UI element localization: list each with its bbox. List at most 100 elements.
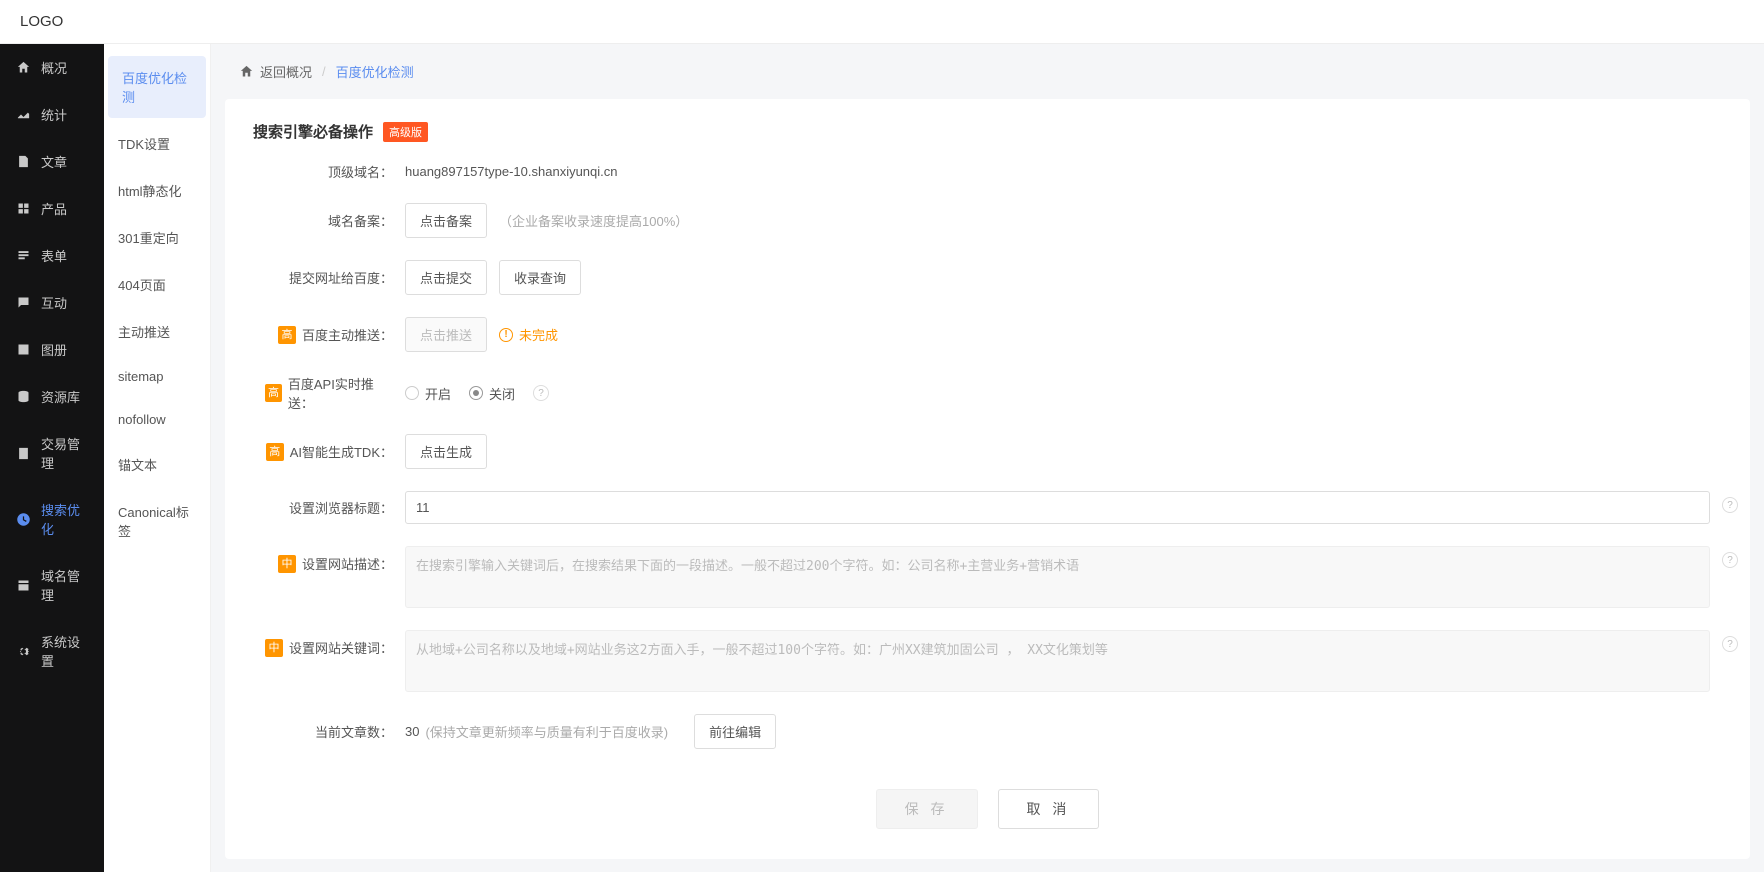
chart-icon <box>16 107 31 122</box>
radio-off[interactable]: 关闭 <box>469 384 515 403</box>
articles-edit-button[interactable]: 前往编辑 <box>694 714 776 749</box>
tag-high: 高 <box>278 326 296 344</box>
sidebar-item-seo[interactable]: 搜索优化 <box>0 486 104 552</box>
label-articles: 当前文章数： <box>315 722 393 741</box>
domain-value: huang897157type-10.shanxiyunqi.cn <box>405 164 618 179</box>
subnav-push[interactable]: 主动推送 <box>104 310 210 353</box>
header: LOGO <box>0 0 1764 44</box>
sidebar-label: 交易管理 <box>41 434 88 472</box>
sidebar-item-overview[interactable]: 概况 <box>0 44 104 91</box>
grid-icon <box>16 201 31 216</box>
subnav-301[interactable]: 301重定向 <box>104 216 210 259</box>
panel-header: 搜索引擎必备操作 高级版 <box>225 99 1750 162</box>
api-push-radio-group: 开启 关闭 ? <box>405 384 549 403</box>
radio-on[interactable]: 开启 <box>405 384 451 403</box>
subnav-html-static[interactable]: html静态化 <box>104 169 210 212</box>
save-button[interactable]: 保 存 <box>876 789 978 829</box>
push-warn-text: 未完成 <box>519 325 558 344</box>
sidebar-label: 搜索优化 <box>41 500 88 538</box>
doc-icon <box>16 154 31 169</box>
breadcrumb-back-label: 返回概况 <box>260 62 312 81</box>
sidebar-item-forms[interactable]: 表单 <box>0 232 104 279</box>
help-icon[interactable]: ? <box>1722 636 1738 652</box>
row-keywords: 中设置网站关键词： ? <box>265 630 1710 692</box>
keywords-textarea[interactable] <box>405 630 1710 692</box>
index-query-button[interactable]: 收录查询 <box>499 260 581 295</box>
radio-dot-selected <box>469 386 483 400</box>
gear-icon <box>16 644 31 659</box>
sidebar-label: 表单 <box>41 246 67 265</box>
sidebar-item-resources[interactable]: 资源库 <box>0 373 104 420</box>
title-input[interactable] <box>405 491 1710 524</box>
tag-mid: 中 <box>278 555 296 573</box>
domain-icon <box>16 578 31 593</box>
sidebar-item-articles[interactable]: 文章 <box>0 138 104 185</box>
footer-buttons: 保 存 取 消 <box>265 789 1710 829</box>
ai-tdk-button[interactable]: 点击生成 <box>405 434 487 469</box>
image-icon <box>16 342 31 357</box>
radio-dot <box>405 386 419 400</box>
row-articles: 当前文章数： 30 (保持文章更新频率与质量有利于百度收录) 前往编辑 <box>265 714 1710 749</box>
help-icon[interactable]: ? <box>1722 497 1738 513</box>
help-icon[interactable]: ? <box>533 385 549 401</box>
panel: 搜索引擎必备操作 高级版 顶级域名： huang897157type-10.sh… <box>225 99 1750 859</box>
subnav-sitemap[interactable]: sitemap <box>104 357 210 396</box>
sub-nav: 百度优化检测 TDK设置 html静态化 301重定向 404页面 主动推送 s… <box>104 44 211 872</box>
subnav-baidu-check[interactable]: 百度优化检测 <box>108 56 206 118</box>
sidebar-item-interact[interactable]: 互动 <box>0 279 104 326</box>
subnav-tdk[interactable]: TDK设置 <box>104 122 210 165</box>
home-icon <box>16 60 31 75</box>
label-domain: 顶级域名： <box>328 162 393 181</box>
breadcrumb-back[interactable]: 返回概况 <box>239 62 312 81</box>
form-icon <box>16 248 31 263</box>
breadcrumb-current: 百度优化检测 <box>336 62 414 81</box>
radio-off-label: 关闭 <box>489 384 515 403</box>
tag-high: 高 <box>265 384 282 402</box>
cancel-button[interactable]: 取 消 <box>998 789 1100 829</box>
sidebar-label: 产品 <box>41 199 67 218</box>
sidebar-label: 文章 <box>41 152 67 171</box>
sidebar-label: 概况 <box>41 58 67 77</box>
label-keywords: 设置网站关键词： <box>289 638 393 657</box>
articles-count: 30 <box>405 724 419 739</box>
breadcrumb-sep: / <box>322 64 326 79</box>
pro-badge: 高级版 <box>383 122 428 142</box>
sidebar-item-transactions[interactable]: 交易管理 <box>0 420 104 486</box>
sidebar-item-settings[interactable]: 系统设置 <box>0 618 104 684</box>
breadcrumb: 返回概况 / 百度优化检测 <box>211 44 1764 99</box>
sidebar-item-products[interactable]: 产品 <box>0 185 104 232</box>
sidebar-item-stats[interactable]: 统计 <box>0 91 104 138</box>
label-title: 设置浏览器标题： <box>289 498 393 517</box>
subnav-nofollow[interactable]: nofollow <box>104 400 210 439</box>
sidebar-label: 域名管理 <box>41 566 88 604</box>
submit-button[interactable]: 点击提交 <box>405 260 487 295</box>
row-desc: 中设置网站描述： ? <box>265 546 1710 608</box>
subnav-canonical[interactable]: Canonical标签 <box>104 490 210 552</box>
db-icon <box>16 389 31 404</box>
warn-icon: ! <box>499 328 513 342</box>
sidebar-label: 图册 <box>41 340 67 359</box>
sidebar-item-domain[interactable]: 域名管理 <box>0 552 104 618</box>
sidebar-label: 系统设置 <box>41 632 88 670</box>
beian-button[interactable]: 点击备案 <box>405 203 487 238</box>
home-icon <box>239 64 254 79</box>
label-beian: 域名备案： <box>328 211 393 230</box>
desc-textarea[interactable] <box>405 546 1710 608</box>
label-push: 百度主动推送： <box>302 325 393 344</box>
row-ai-tdk: 高AI智能生成TDK： 点击生成 <box>265 434 1710 469</box>
seo-icon <box>16 512 31 527</box>
subnav-404[interactable]: 404页面 <box>104 263 210 306</box>
label-submit: 提交网址给百度： <box>289 268 393 287</box>
label-ai-tdk: AI智能生成TDK： <box>290 442 393 461</box>
radio-on-label: 开启 <box>425 384 451 403</box>
label-desc: 设置网站描述： <box>302 554 393 573</box>
row-api-push: 高百度API实时推送： 开启 关闭 ? <box>265 374 1710 412</box>
row-title: 设置浏览器标题： ? <box>265 491 1710 524</box>
row-submit: 提交网址给百度： 点击提交 收录查询 <box>265 260 1710 295</box>
chat-icon <box>16 295 31 310</box>
subnav-anchor[interactable]: 锚文本 <box>104 443 210 486</box>
push-button[interactable]: 点击推送 <box>405 317 487 352</box>
help-icon[interactable]: ? <box>1722 552 1738 568</box>
logo: LOGO <box>20 13 63 30</box>
sidebar-item-gallery[interactable]: 图册 <box>0 326 104 373</box>
